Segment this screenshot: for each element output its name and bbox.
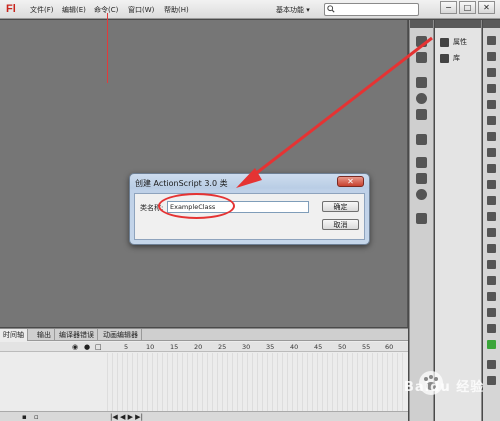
timeline-tabbar: 时间轴 输出 编译器错误 动画编辑器 (0, 329, 408, 341)
lasso-tool-icon[interactable] (487, 100, 496, 109)
workspace-label: 基本功能 (276, 6, 304, 14)
tab-output[interactable]: 输出 (34, 329, 55, 341)
properties-label: 属性 (453, 38, 467, 46)
panel-grip[interactable] (410, 20, 433, 28)
frame-number: 25 (218, 343, 227, 351)
pen-tool-icon[interactable] (487, 116, 496, 125)
play-controls-icon[interactable]: |◀ ◀ ▶ ▶| (110, 413, 143, 421)
workspace-switcher[interactable]: 基本功能 ▾ (276, 5, 310, 15)
deco-tool-icon[interactable] (487, 212, 496, 221)
timeline-controls: ▪ ▫ |◀ ◀ ▶ ▶| (0, 411, 408, 421)
frame-number: 10 (146, 343, 155, 351)
properties-icon (440, 37, 449, 47)
menu-window[interactable]: 窗口(W) (128, 5, 154, 15)
motion-presets-icon[interactable] (416, 189, 427, 200)
line-tool-icon[interactable] (487, 148, 496, 157)
menu-edit[interactable]: 编辑(E) (62, 5, 86, 15)
project-panel-icon[interactable] (416, 213, 427, 224)
dialog-close-button[interactable]: ✕ (337, 176, 364, 187)
search-icon (327, 5, 335, 13)
lock-icon[interactable]: ● (84, 343, 90, 351)
search-input[interactable] (324, 3, 419, 16)
outline-icon[interactable]: □ (95, 343, 102, 351)
frame-number: 40 (290, 343, 299, 351)
frame-number: 55 (362, 343, 371, 351)
properties-panel: 属性 库 (435, 20, 482, 421)
minimize-button[interactable]: − (440, 1, 457, 14)
frame-number: 60 (385, 343, 394, 351)
menu-file[interactable]: 文件(F) (30, 5, 54, 15)
frame-number: 5 (124, 343, 129, 351)
3d-rotation-tool-icon[interactable] (487, 84, 496, 93)
frame-number: 45 (314, 343, 323, 351)
free-transform-tool-icon[interactable] (487, 68, 496, 77)
fill-color-icon[interactable] (487, 340, 496, 349)
frame-number: 15 (170, 343, 179, 351)
align-panel-icon[interactable] (416, 77, 427, 88)
zoom-tool-icon[interactable] (487, 308, 496, 317)
components-icon[interactable] (416, 157, 427, 168)
info-panel-icon[interactable] (416, 93, 427, 104)
panel-grip[interactable] (483, 20, 500, 28)
frame-number: 30 (242, 343, 251, 351)
cancel-button[interactable]: 取消 (322, 219, 359, 230)
eye-icon[interactable]: ◉ (72, 343, 78, 351)
library-label: 库 (453, 54, 460, 62)
panel-grip[interactable] (435, 20, 481, 28)
code-snippets-icon[interactable] (416, 134, 427, 145)
frame-number: 20 (194, 343, 203, 351)
tab-timeline[interactable]: 时间轴 (0, 329, 28, 341)
playhead[interactable] (107, 13, 108, 83)
menubar: Fl 文件(F) 编辑(E) 命令(C) 窗口(W) 帮助(H) 基本功能 ▾ … (0, 0, 500, 19)
subselection-tool-icon[interactable] (487, 52, 496, 61)
frame-ruler[interactable]: ◉ ● □ 5 10 15 20 25 30 35 40 45 50 55 60 (0, 342, 408, 352)
frame-number: 35 (266, 343, 275, 351)
hand-tool-icon[interactable] (487, 292, 496, 301)
stroke-color-icon[interactable] (487, 324, 496, 333)
properties-tab[interactable]: 属性 (440, 37, 467, 47)
pencil-tool-icon[interactable] (487, 180, 496, 189)
frame-number: 50 (338, 343, 347, 351)
rectangle-tool-icon[interactable] (487, 164, 496, 173)
eyedropper-tool-icon[interactable] (487, 260, 496, 269)
dialog-title: 创建 ActionScript 3.0 类 (135, 179, 228, 188)
library-tab[interactable]: 库 (440, 53, 460, 63)
new-layer-icon[interactable]: ▪ (22, 413, 27, 421)
transform-panel-icon[interactable] (416, 109, 427, 120)
menu-help[interactable]: 帮助(H) (164, 5, 189, 15)
maximize-button[interactable]: □ (459, 1, 476, 14)
timeline-panel: 时间轴 输出 编译器错误 动画编辑器 ◉ ● □ 5 10 15 20 25 3… (0, 328, 408, 421)
tab-motion-editor[interactable]: 动画编辑器 (100, 329, 142, 341)
component-inspector-icon[interactable] (416, 173, 427, 184)
ok-button[interactable]: 确定 (322, 201, 359, 212)
paint-bucket-tool-icon[interactable] (487, 244, 496, 253)
panel-icon-strip (409, 20, 434, 421)
delete-layer-icon[interactable]: ▫ (34, 413, 39, 421)
color-panel-icon[interactable] (416, 36, 427, 47)
chevron-down-icon: ▾ (306, 6, 310, 14)
library-icon (440, 53, 449, 63)
swatches-panel-icon[interactable] (416, 52, 427, 63)
selection-tool-icon[interactable] (487, 36, 496, 45)
brush-tool-icon[interactable] (487, 196, 496, 205)
close-window-button[interactable]: ✕ (478, 1, 495, 14)
tools-panel (483, 20, 500, 421)
frame-grid[interactable] (107, 353, 407, 411)
eraser-tool-icon[interactable] (487, 276, 496, 285)
app-logo: Fl (6, 3, 16, 15)
watermark: Baidu 经验 (404, 368, 496, 398)
tab-compiler-errors[interactable]: 编译器错误 (56, 329, 98, 341)
bone-tool-icon[interactable] (487, 228, 496, 237)
watermark-text: Baidu 经验 (404, 380, 485, 395)
text-tool-icon[interactable] (487, 132, 496, 141)
annotation-ellipse (158, 193, 235, 219)
